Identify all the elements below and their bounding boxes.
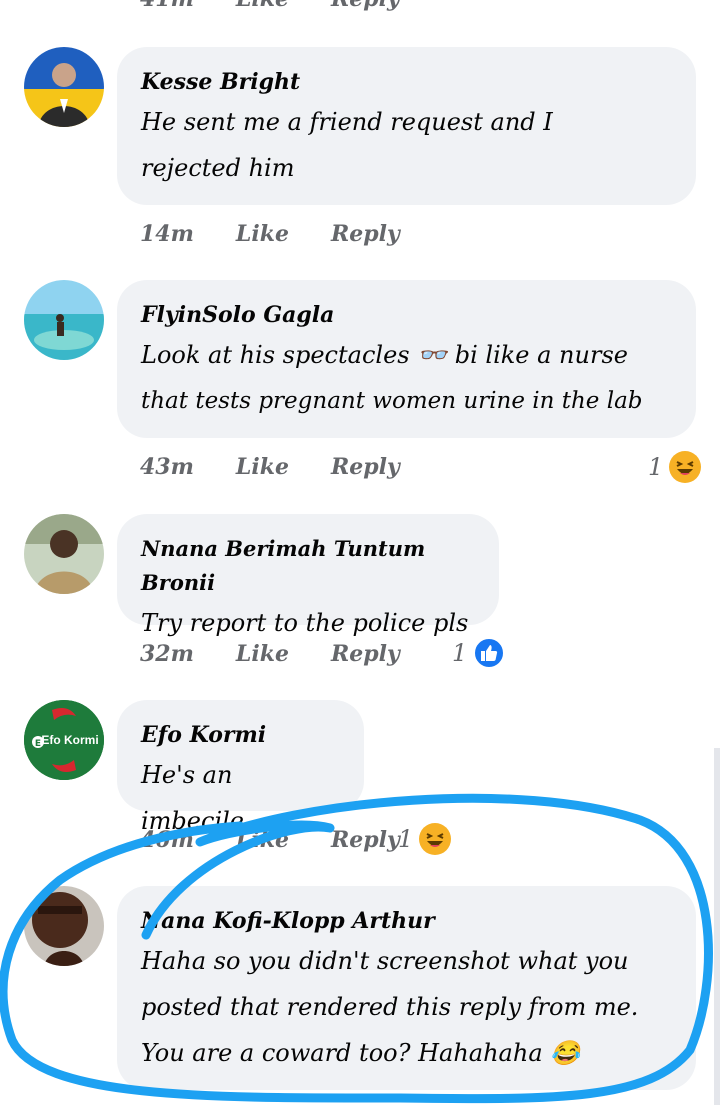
- comment-time: 41m: [140, 0, 194, 12]
- avatar[interactable]: [24, 280, 104, 360]
- avatar[interactable]: [24, 47, 104, 127]
- reaction-summary[interactable]: 1: [452, 637, 506, 669]
- comment-actions: 43m Like Reply: [140, 454, 442, 480]
- comment-time: 14m: [140, 221, 194, 247]
- like-link[interactable]: Like: [236, 221, 289, 247]
- reply-link[interactable]: Reply: [331, 827, 400, 853]
- comment-actions: 32m Like Reply: [140, 641, 442, 667]
- comment-text-line: Haha so you didn't screenshot what you: [141, 947, 629, 975]
- avatar[interactable]: [24, 514, 104, 594]
- comment-actions: 46m Like Reply: [140, 827, 442, 853]
- comment-text-line: rejected him: [141, 154, 295, 182]
- reply-link[interactable]: Reply: [331, 641, 400, 667]
- like-thumb-icon: [473, 637, 506, 669]
- reaction-count: 1: [452, 639, 468, 667]
- comment-bubble: FlyinSolo Gagla Look at his spectacles 👓…: [117, 280, 696, 438]
- previous-comment-meta: 41m Like Reply: [140, 0, 442, 12]
- avatar[interactable]: E Efo Kormi: [24, 700, 104, 780]
- like-link[interactable]: Like: [236, 827, 289, 853]
- reply-link[interactable]: Reply: [331, 454, 400, 480]
- like-link[interactable]: Like: [236, 641, 289, 667]
- reply-link[interactable]: Reply: [331, 0, 400, 12]
- comment-text-line: that tests pregnant women urine in the l…: [141, 388, 643, 414]
- svg-text:E: E: [35, 739, 41, 749]
- comment-text-line: He sent me a friend request and I: [141, 108, 553, 136]
- comment-text-line: You are a coward too? Hahahaha 😂: [141, 1039, 581, 1067]
- reaction-count: 1: [398, 825, 414, 853]
- reaction-count: 1: [648, 453, 664, 481]
- comment-text-line: posted that rendered this reply from me.: [141, 993, 639, 1021]
- comment-text-line: Try report to the police pls: [141, 609, 469, 637]
- comment-bubble: Nnana Berimah Tuntum Bronii Try report t…: [117, 514, 499, 637]
- like-link[interactable]: Like: [236, 0, 289, 12]
- comment-author[interactable]: Efo Kormi: [141, 718, 340, 752]
- comment-author[interactable]: FlyinSolo Gagla: [141, 298, 672, 332]
- comment-actions: 14m Like Reply: [140, 221, 442, 247]
- reply-link[interactable]: Reply: [331, 221, 400, 247]
- reaction-summary[interactable]: 1: [398, 823, 452, 855]
- avatar-logo-text: Efo Kormi: [41, 733, 99, 747]
- comment-author[interactable]: Nana Kofi-Klopp Arthur: [141, 904, 672, 938]
- comment-author[interactable]: Nnana Berimah Tuntum Bronii: [141, 532, 475, 600]
- comment-time: 32m: [140, 641, 194, 667]
- comment-author[interactable]: Kesse Bright: [141, 65, 672, 99]
- avatar[interactable]: [24, 886, 104, 966]
- comment-time: 43m: [140, 454, 194, 480]
- scrollbar-track[interactable]: [714, 748, 720, 1105]
- like-link[interactable]: Like: [236, 454, 289, 480]
- reaction-summary[interactable]: 1: [648, 451, 702, 483]
- comment-text-line: Look at his spectacles 👓 bi like a nurse: [141, 341, 628, 369]
- comment-bubble: Nana Kofi-Klopp Arthur Haha so you didn'…: [117, 886, 696, 1090]
- comment-bubble: Efo Kormi He's an imbecile: [117, 700, 364, 835]
- laughing-emoji-icon: [419, 823, 452, 855]
- comment-time: 46m: [140, 827, 194, 853]
- comment-bubble: Kesse Bright He sent me a friend request…: [117, 47, 696, 205]
- laughing-emoji-icon: [669, 451, 702, 483]
